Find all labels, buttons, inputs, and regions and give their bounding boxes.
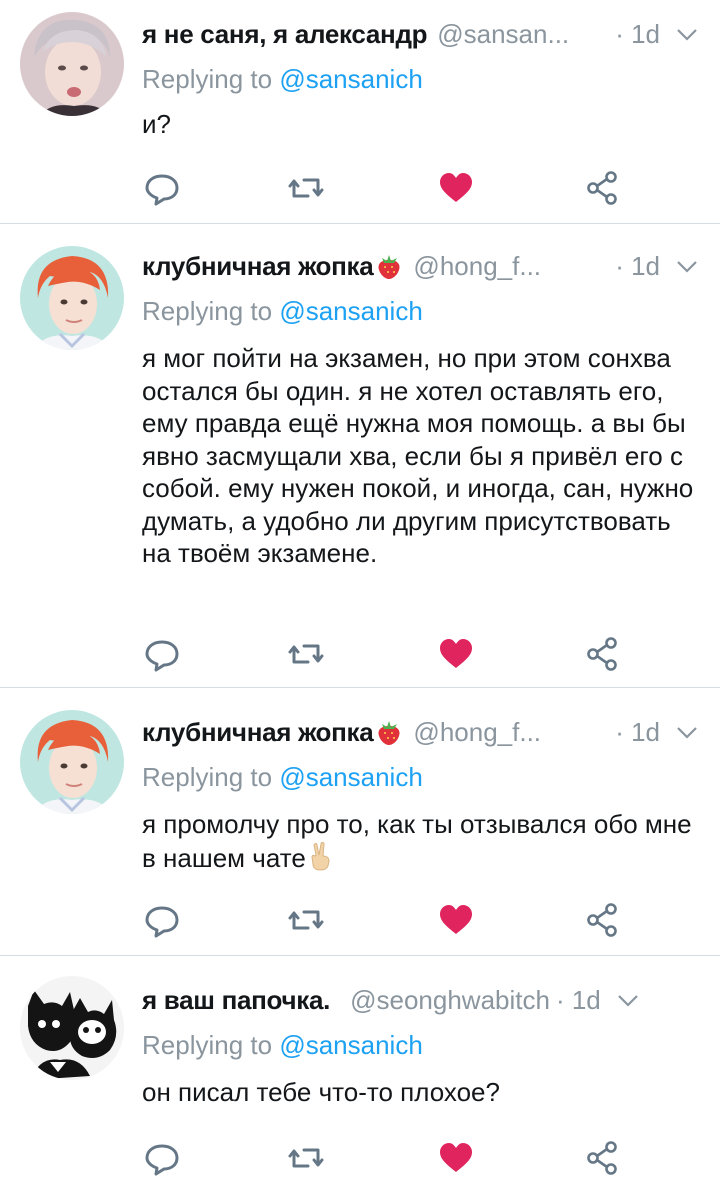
tweet-text: я промолчу про то, как ты отзывался обо … bbox=[142, 809, 692, 873]
reply-to-link[interactable]: @sansanich bbox=[279, 296, 422, 326]
display-name[interactable]: я не саня, я александр bbox=[142, 19, 428, 50]
display-name[interactable]: я ваш папочка. bbox=[142, 985, 330, 1016]
tweet[interactable]: я не саня, я александр @sansan... · 1d R… bbox=[0, 0, 720, 224]
reply-icon[interactable] bbox=[142, 634, 182, 674]
like-heart-icon[interactable] bbox=[436, 900, 476, 940]
avatar[interactable] bbox=[20, 976, 124, 1080]
user-handle[interactable]: @hong_f... bbox=[413, 251, 541, 282]
share-icon[interactable] bbox=[582, 900, 622, 940]
tweet[interactable]: клубничная жопка @hong_f... · 1d Replyin… bbox=[0, 688, 720, 956]
user-handle[interactable]: @sansan... bbox=[437, 19, 569, 50]
chevron-down-icon[interactable] bbox=[615, 987, 641, 1013]
display-name[interactable]: клубничная жопка bbox=[142, 717, 374, 748]
timestamp[interactable]: · 1d bbox=[607, 717, 660, 748]
reply-context: Replying to @sansanich bbox=[142, 762, 423, 793]
share-icon[interactable] bbox=[582, 168, 622, 208]
strawberry-icon bbox=[378, 255, 400, 279]
like-heart-icon[interactable] bbox=[436, 634, 476, 674]
replying-to-label: Replying to bbox=[142, 1030, 273, 1060]
tweet-actions bbox=[142, 634, 622, 674]
user-handle[interactable]: @hong_f... bbox=[413, 717, 541, 748]
replying-to-label: Replying to bbox=[142, 296, 273, 326]
victory-hand-icon bbox=[311, 841, 330, 871]
reply-icon[interactable] bbox=[142, 168, 182, 208]
retweet-icon[interactable] bbox=[286, 1138, 326, 1178]
tweet-text: он писал тебе что-то плохое? bbox=[142, 1077, 500, 1107]
reply-context: Replying to @sansanich bbox=[142, 296, 423, 327]
display-name[interactable]: клубничная жопка bbox=[142, 251, 374, 282]
reply-context: Replying to @sansanich bbox=[142, 64, 423, 95]
tweet-actions bbox=[142, 1138, 622, 1178]
avatar[interactable] bbox=[20, 12, 124, 116]
avatar[interactable] bbox=[20, 246, 124, 350]
strawberry-icon bbox=[378, 721, 400, 745]
reply-to-link[interactable]: @sansanich bbox=[279, 1030, 422, 1060]
chevron-down-icon[interactable] bbox=[674, 253, 700, 279]
like-heart-icon[interactable] bbox=[436, 1138, 476, 1178]
avatar[interactable] bbox=[20, 710, 124, 814]
retweet-icon[interactable] bbox=[286, 168, 326, 208]
timestamp[interactable]: · 1d bbox=[550, 985, 601, 1016]
timestamp[interactable]: · 1d bbox=[607, 251, 660, 282]
retweet-icon[interactable] bbox=[286, 634, 326, 674]
share-icon[interactable] bbox=[582, 1138, 622, 1178]
tweet-text-container: я промолчу про то, как ты отзывался обо … bbox=[142, 808, 698, 874]
like-heart-icon[interactable] bbox=[436, 168, 476, 208]
tweet-text: я мог пойти на экзамен, но при этом сонх… bbox=[142, 343, 694, 568]
tweet-actions bbox=[142, 168, 622, 208]
tweet-text: и? bbox=[142, 109, 171, 139]
user-handle[interactable]: @seonghwabitch bbox=[350, 985, 550, 1016]
replying-to-label: Replying to bbox=[142, 64, 273, 94]
chevron-down-icon[interactable] bbox=[674, 719, 700, 745]
timestamp[interactable]: · 1d bbox=[607, 19, 660, 50]
tweet-actions bbox=[142, 900, 622, 940]
reply-icon[interactable] bbox=[142, 1138, 182, 1178]
reply-to-link[interactable]: @sansanich bbox=[279, 762, 422, 792]
reply-icon[interactable] bbox=[142, 900, 182, 940]
chevron-down-icon[interactable] bbox=[674, 21, 700, 47]
reply-context: Replying to @sansanich bbox=[142, 1030, 423, 1061]
tweet[interactable]: я ваш папочка. @seonghwabitch · 1d Reply… bbox=[0, 956, 720, 1186]
share-icon[interactable] bbox=[582, 634, 622, 674]
replying-to-label: Replying to bbox=[142, 762, 273, 792]
reply-to-link[interactable]: @sansanich bbox=[279, 64, 422, 94]
retweet-icon[interactable] bbox=[286, 900, 326, 940]
tweet[interactable]: клубничная жопка @hong_f... · 1d Replyin… bbox=[0, 224, 720, 688]
